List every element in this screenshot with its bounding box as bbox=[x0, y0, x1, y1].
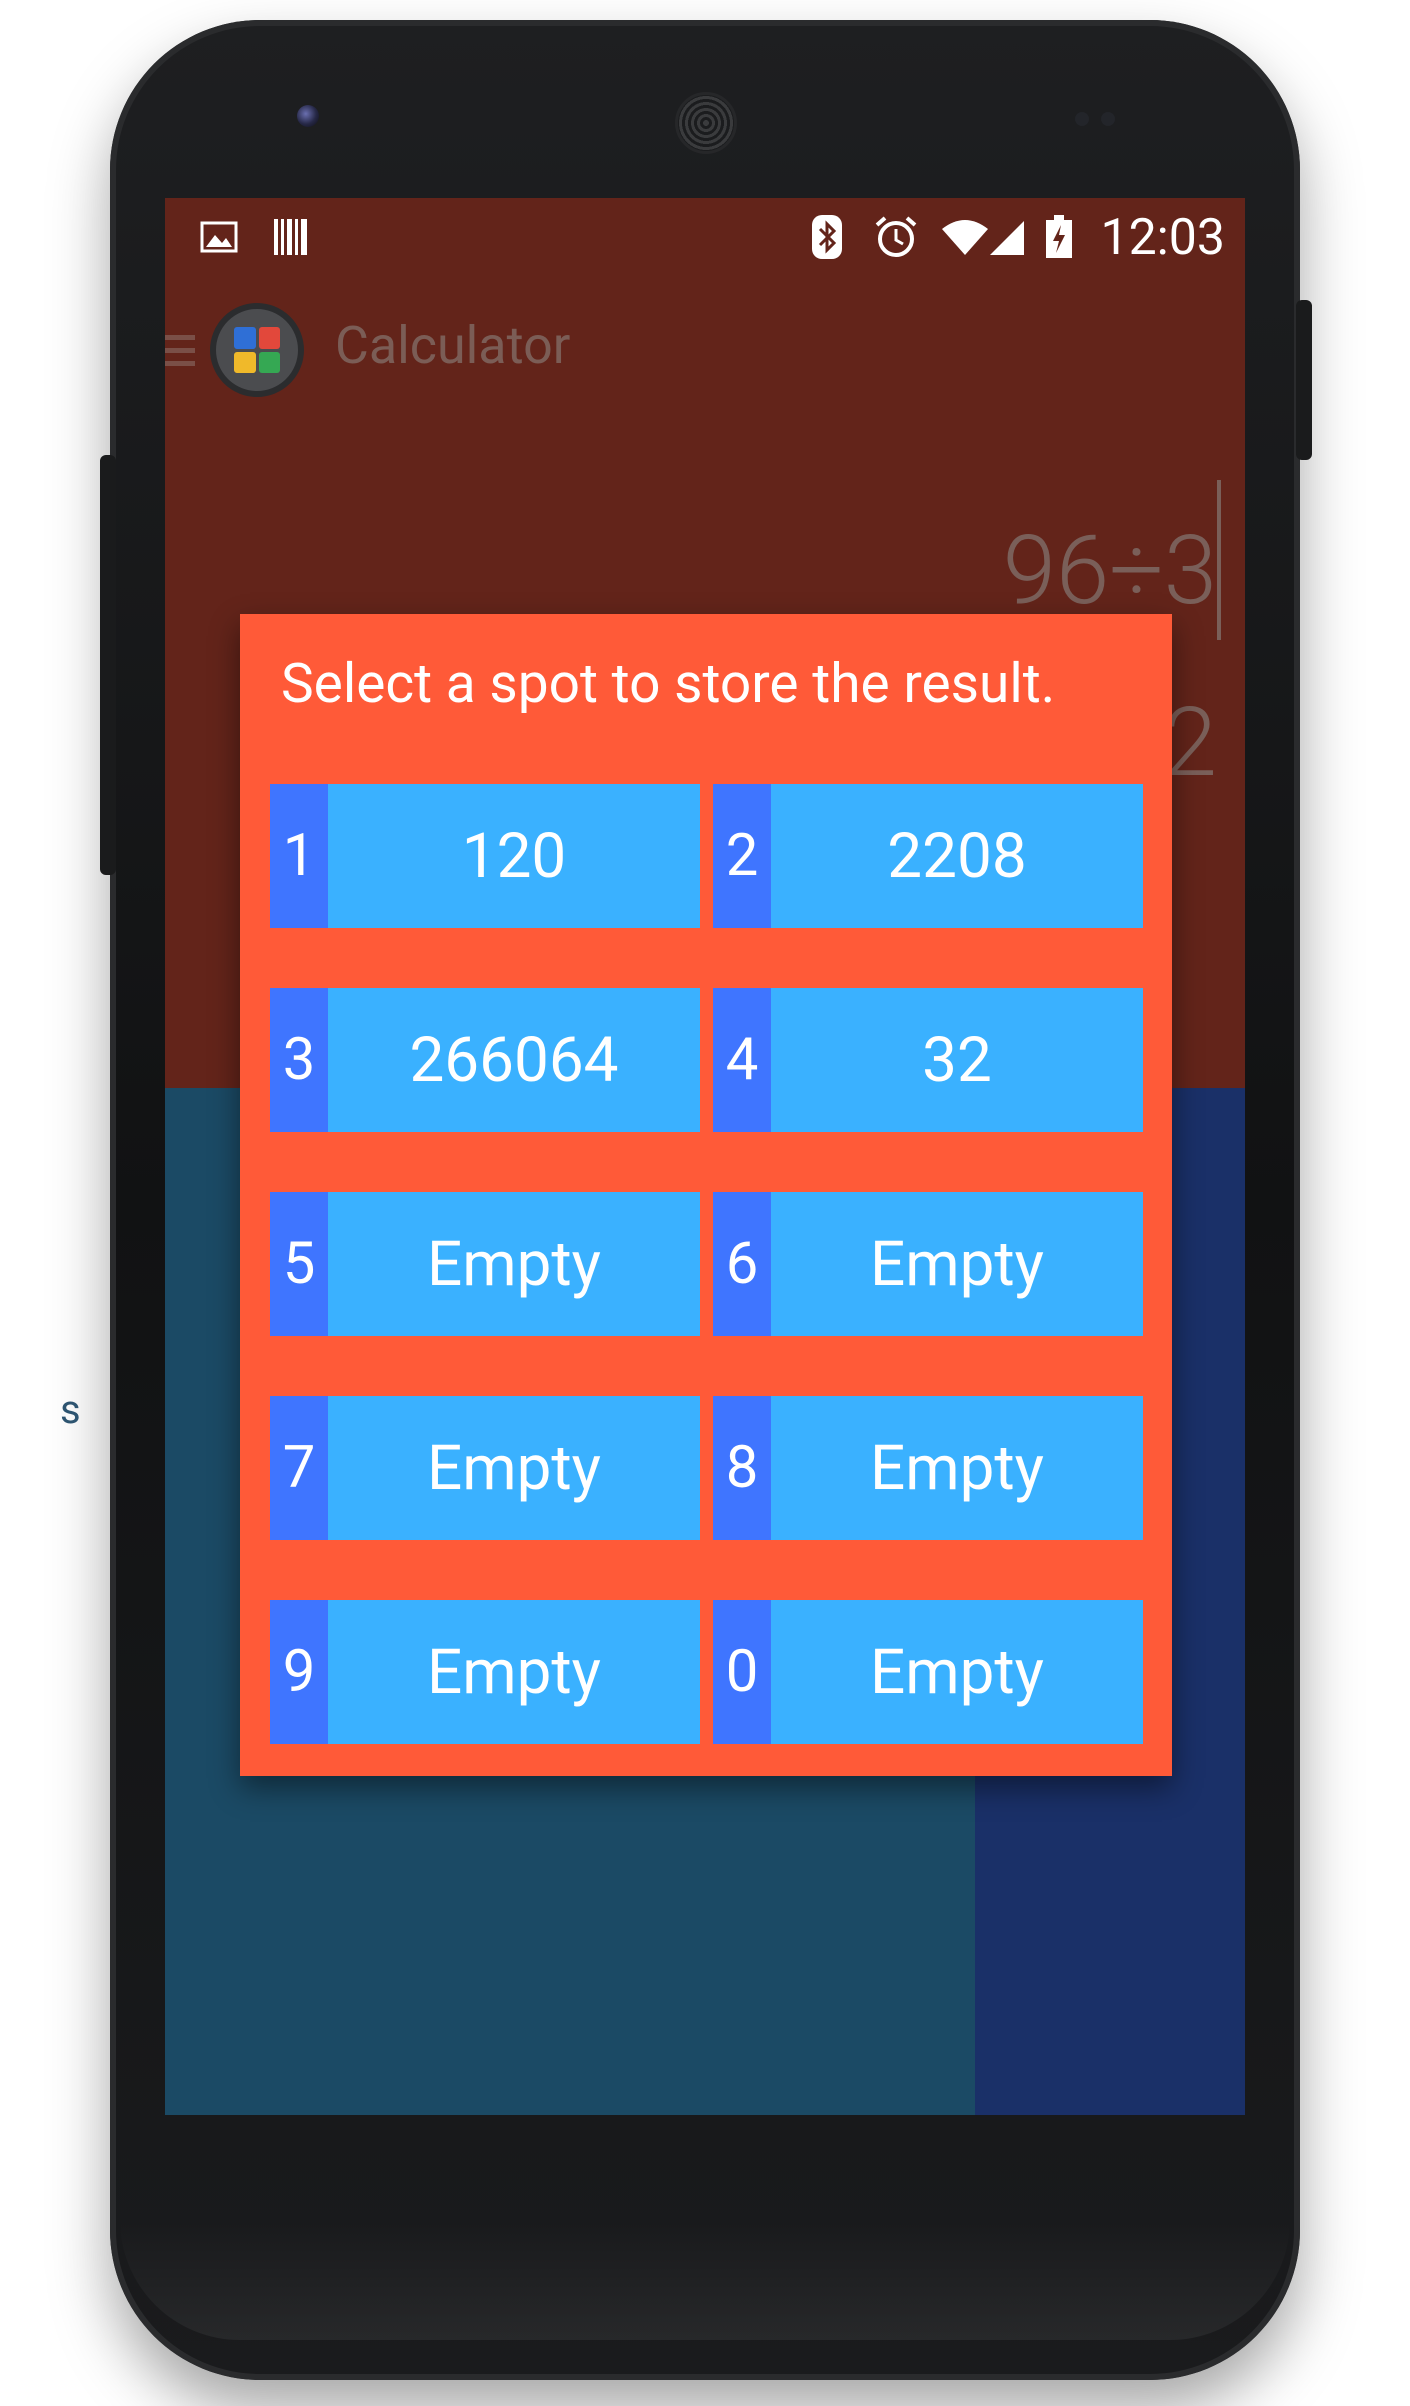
dialog-title: Select a spot to store the result. bbox=[281, 652, 1056, 716]
status-time: 12:03 bbox=[1100, 209, 1225, 267]
slot-value: 32 bbox=[922, 1023, 992, 1097]
slot-number: 1 bbox=[270, 784, 328, 928]
alarm-icon bbox=[873, 216, 919, 258]
slot-number: 5 bbox=[270, 1192, 328, 1336]
proximity-sensor bbox=[1075, 112, 1117, 126]
text-cursor bbox=[1217, 480, 1221, 640]
expression-display[interactable]: 96÷3 bbox=[1003, 516, 1217, 626]
store-result-dialog: Select a spot to store the result. 1 120… bbox=[240, 614, 1172, 1776]
image-icon bbox=[198, 216, 240, 258]
phone-bottom-edge bbox=[120, 2220, 1290, 2340]
menu-icon[interactable] bbox=[165, 335, 195, 371]
memory-slot-9[interactable]: 9 Empty bbox=[270, 1600, 700, 1744]
signal-icon bbox=[987, 216, 1027, 258]
earpiece-speaker bbox=[675, 92, 737, 154]
memory-slot-0[interactable]: 0 Empty bbox=[713, 1600, 1143, 1744]
slot-number: 8 bbox=[713, 1396, 771, 1540]
slot-value: Empty bbox=[869, 1635, 1045, 1709]
slot-value: Empty bbox=[869, 1227, 1045, 1301]
slot-number: 0 bbox=[713, 1600, 771, 1744]
front-camera bbox=[297, 105, 319, 127]
slot-number: 7 bbox=[270, 1396, 328, 1540]
slot-number: 9 bbox=[270, 1600, 328, 1744]
bluetooth-icon bbox=[807, 215, 847, 259]
memory-slot-5[interactable]: 5 Empty bbox=[270, 1192, 700, 1336]
memory-slot-1[interactable]: 1 120 bbox=[270, 784, 700, 928]
battery-icon bbox=[1043, 215, 1075, 258]
memory-slot-4[interactable]: 4 32 bbox=[713, 988, 1143, 1132]
partial-key-label: s bbox=[60, 1386, 81, 1433]
slot-value: Empty bbox=[426, 1227, 602, 1301]
memory-slot-7[interactable]: 7 Empty bbox=[270, 1396, 700, 1540]
slot-value: 120 bbox=[461, 819, 567, 893]
barcode-icon bbox=[270, 216, 312, 258]
volume-button bbox=[100, 455, 116, 875]
slot-number: 2 bbox=[713, 784, 771, 928]
app-title: Calculator bbox=[335, 315, 571, 376]
status-bar: 12:03 bbox=[165, 198, 1245, 273]
slot-value: Empty bbox=[426, 1635, 602, 1709]
slot-value: Empty bbox=[426, 1431, 602, 1505]
app-logo-icon[interactable] bbox=[210, 303, 304, 397]
memory-slot-2[interactable]: 2 2208 bbox=[713, 784, 1143, 928]
slot-number: 6 bbox=[713, 1192, 771, 1336]
slot-value: Empty bbox=[869, 1431, 1045, 1505]
memory-slot-6[interactable]: 6 Empty bbox=[713, 1192, 1143, 1336]
slot-value: 266064 bbox=[409, 1023, 619, 1097]
slot-number: 4 bbox=[713, 988, 771, 1132]
power-button bbox=[1296, 300, 1312, 460]
app-bar: Calculator bbox=[165, 293, 1245, 403]
slot-number: 3 bbox=[270, 988, 328, 1132]
memory-slot-3[interactable]: 3 266064 bbox=[270, 988, 700, 1132]
memory-slot-8[interactable]: 8 Empty bbox=[713, 1396, 1143, 1540]
slot-value: 2208 bbox=[887, 819, 1027, 893]
wifi-icon bbox=[940, 216, 990, 258]
